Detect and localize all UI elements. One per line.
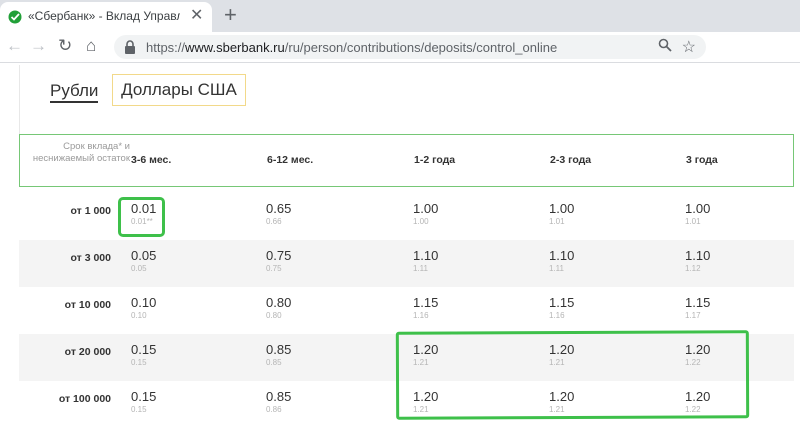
rate-value: 1.15 bbox=[549, 295, 575, 310]
effective-rate-value: 0.05 bbox=[131, 264, 147, 273]
table-row: от 3 000 0.05 0.05 0.75 0.75 1.10 1.11 1.10 1.11… bbox=[19, 240, 794, 287]
rate-cell: 0.85 0.85 bbox=[266, 342, 291, 368]
effective-rate-value: 1.00 bbox=[413, 217, 429, 226]
url-scheme: https:// bbox=[146, 40, 186, 55]
rate-cell: 0.15 0.15 bbox=[131, 389, 156, 415]
rate-value: 1.15 bbox=[685, 295, 711, 310]
home-icon[interactable]: ⌂ bbox=[86, 37, 96, 55]
effective-rate-value: 1.12 bbox=[685, 264, 701, 273]
address-bar[interactable]: https://www.sberbank.ru/ru/person/contri… bbox=[114, 35, 706, 59]
row-label: от 10 000 bbox=[64, 299, 111, 311]
column-header: 6-12 мес. bbox=[267, 154, 314, 166]
rate-value: 1.00 bbox=[685, 201, 711, 216]
rate-value: 1.10 bbox=[549, 248, 575, 263]
rate-value: 0.65 bbox=[266, 201, 292, 216]
row-label: от 3 000 bbox=[70, 252, 112, 264]
rate-cell: 0.75 0.75 bbox=[266, 248, 291, 274]
column-header: 1-2 года bbox=[414, 154, 456, 166]
rate-cell: 0.80 0.80 bbox=[266, 295, 291, 321]
effective-rate-value: 0.85 bbox=[266, 358, 282, 367]
browser-toolbar: ← → ↻ ⌂ https://www.sberbank.ru/ru/perso… bbox=[0, 32, 800, 63]
rate-value: 0.10 bbox=[131, 295, 157, 310]
table-row: от 10 000 0.10 0.10 0.80 0.80 1.15 1.16 1.15 1.1… bbox=[19, 287, 794, 334]
rate-cell: 0.85 0.86 bbox=[266, 389, 291, 415]
browser-tab-strip: «Сбербанк» - Вклад Управляй ✕ + bbox=[0, 0, 800, 32]
reload-icon[interactable]: ↻ bbox=[58, 37, 72, 55]
url-text: https://www.sberbank.ru/ru/person/contri… bbox=[146, 40, 557, 55]
effective-rate-value: 1.11 bbox=[413, 264, 428, 273]
effective-rate-value: 0.75 bbox=[266, 264, 282, 273]
rate-cell: 0.10 0.10 bbox=[131, 295, 156, 321]
rate-cell: 1.00 1.01 bbox=[685, 201, 710, 227]
column-header: 3 года bbox=[686, 154, 718, 166]
effective-rate-value: 1.16 bbox=[549, 311, 565, 320]
rate-cell: 0.15 0.15 bbox=[131, 342, 156, 368]
effective-rate-value: 0.10 bbox=[131, 311, 147, 320]
page-content: Рубли Доллары США Срок вклада* и неснижа… bbox=[0, 63, 800, 429]
rate-cell: 1.10 1.12 bbox=[685, 248, 710, 274]
new-tab-icon[interactable]: + bbox=[224, 3, 237, 27]
close-tab-icon[interactable]: ✕ bbox=[190, 8, 203, 24]
rate-value: 1.00 bbox=[413, 201, 439, 216]
effective-rate-value: 0.86 bbox=[266, 405, 282, 414]
rate-cell: 1.10 1.11 bbox=[549, 248, 574, 274]
effective-rate-value: 1.16 bbox=[413, 311, 429, 320]
effective-rate-value: 1.11 bbox=[549, 264, 564, 273]
rate-cell: 1.10 1.11 bbox=[413, 248, 438, 274]
rate-value: 0.75 bbox=[266, 248, 292, 263]
term-header: Срок вклада* и неснижаемый остаток bbox=[32, 141, 130, 164]
row-label: от 20 000 bbox=[64, 346, 111, 358]
rate-cell: 1.15 1.17 bbox=[685, 295, 710, 321]
currency-tab-rub[interactable]: Рубли bbox=[50, 81, 99, 103]
zoom-icon[interactable] bbox=[658, 38, 672, 55]
rate-cell: 1.15 1.16 bbox=[413, 295, 438, 321]
column-header: 2-3 года bbox=[550, 154, 592, 166]
bookmark-star-icon[interactable]: ☆ bbox=[682, 37, 696, 57]
rate-value: 1.15 bbox=[413, 295, 439, 310]
effective-rate-value: 0.80 bbox=[266, 311, 282, 320]
rate-value: 1.10 bbox=[413, 248, 439, 263]
rate-value: 0.85 bbox=[266, 389, 292, 404]
tab-title: «Сбербанк» - Вклад Управляй bbox=[28, 9, 180, 23]
rate-cell: 1.00 1.00 bbox=[413, 201, 438, 227]
rate-value: 0.05 bbox=[131, 248, 157, 263]
back-arrow-icon[interactable]: ← bbox=[6, 37, 23, 55]
effective-rate-value: 1.01 bbox=[549, 217, 565, 226]
rate-value: 0.85 bbox=[266, 342, 292, 357]
rates-table-header: Срок вклада* и неснижаемый остаток 3-6 м… bbox=[19, 134, 794, 187]
url-host: www.sberbank.ru bbox=[185, 40, 285, 55]
lock-icon bbox=[125, 40, 135, 54]
column-header: 3-6 мес. bbox=[131, 154, 172, 166]
effective-rate-value: 0.15 bbox=[131, 358, 147, 367]
currency-tab-usd[interactable]: Доллары США bbox=[112, 74, 246, 106]
rate-cell: 1.00 1.01 bbox=[549, 201, 574, 227]
rate-value: 1.00 bbox=[549, 201, 575, 216]
rate-value: 0.80 bbox=[266, 295, 292, 310]
row-label: от 100 000 bbox=[58, 393, 111, 405]
forward-arrow-icon[interactable]: → bbox=[30, 37, 47, 55]
rate-cell: 1.15 1.16 bbox=[549, 295, 574, 321]
browser-tab[interactable]: «Сбербанк» - Вклад Управляй ✕ bbox=[0, 2, 212, 32]
url-path: /ru/person/contributions/deposits/contro… bbox=[284, 40, 558, 55]
divider bbox=[19, 65, 20, 143]
effective-rate-value: 0.66 bbox=[266, 217, 282, 226]
rate-value: 1.10 bbox=[685, 248, 711, 263]
rate-cell: 0.05 0.05 bbox=[131, 248, 156, 274]
rate-value: 0.15 bbox=[131, 342, 157, 357]
rate-value: 0.15 bbox=[131, 389, 157, 404]
effective-rate-value: 1.17 bbox=[685, 311, 701, 320]
row-label: от 1 000 bbox=[70, 205, 112, 217]
effective-rate-value: 1.01 bbox=[685, 217, 701, 226]
highlight-box bbox=[118, 197, 165, 237]
effective-rate-value: 0.15 bbox=[131, 405, 147, 414]
rate-cell: 0.65 0.66 bbox=[266, 201, 291, 227]
sberbank-logo-icon bbox=[8, 10, 22, 24]
highlight-box bbox=[395, 330, 750, 420]
